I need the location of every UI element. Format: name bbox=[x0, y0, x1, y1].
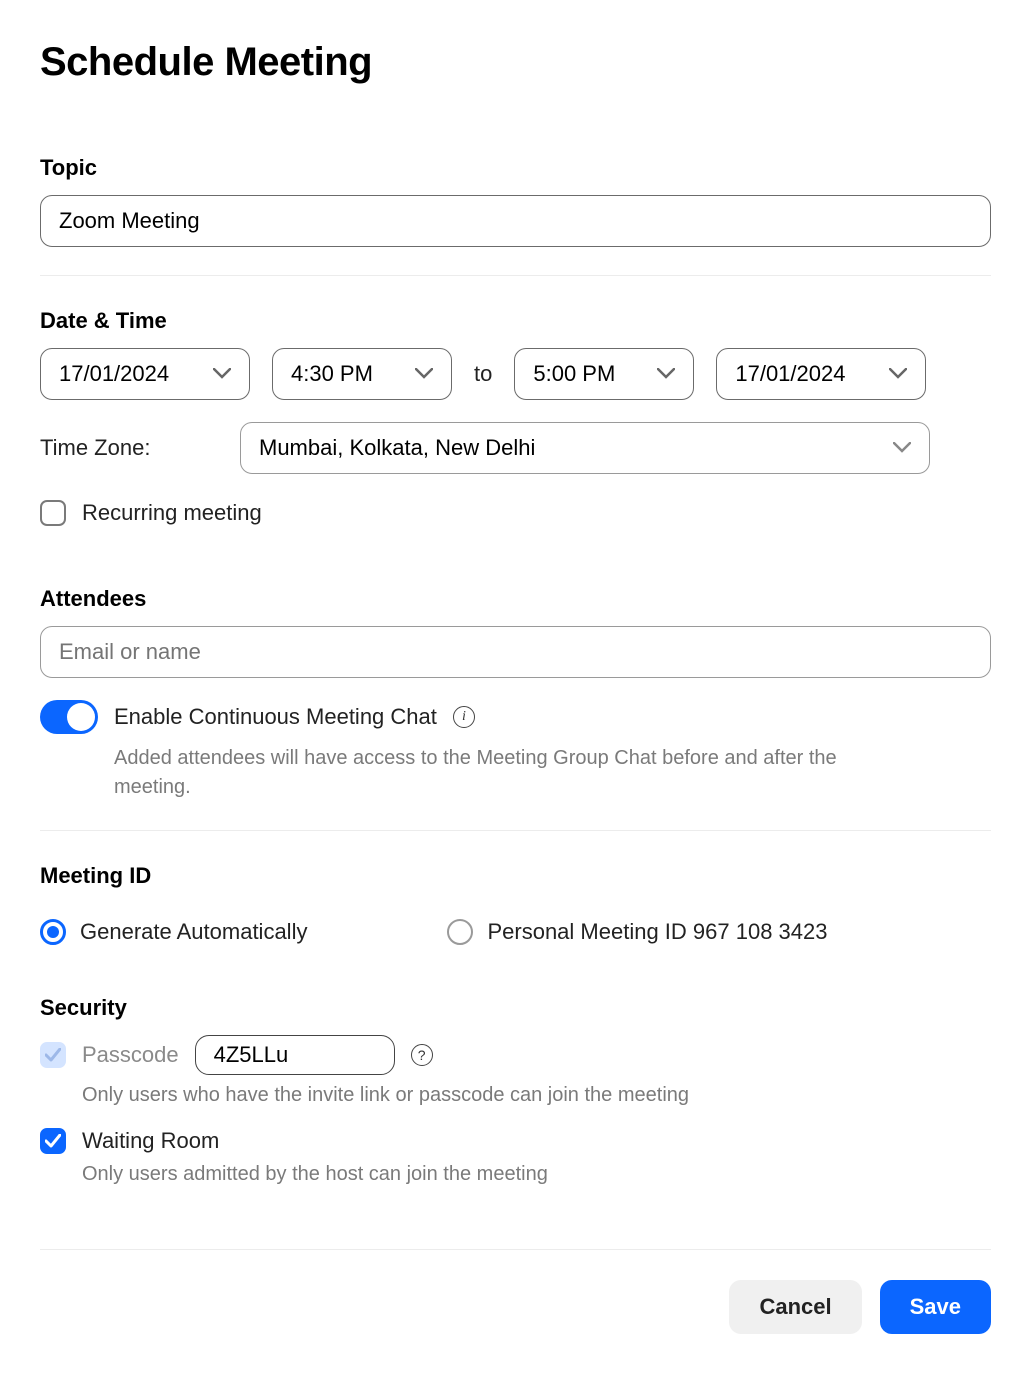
end-time-value: 5:00 PM bbox=[533, 361, 615, 387]
end-time-dropdown[interactable]: 5:00 PM bbox=[514, 348, 694, 400]
end-date-value: 17/01/2024 bbox=[735, 361, 845, 387]
generate-auto-label: Generate Automatically bbox=[80, 919, 307, 945]
waiting-room-desc: Only users admitted by the host can join… bbox=[82, 1160, 882, 1189]
timezone-value: Mumbai, Kolkata, New Delhi bbox=[259, 435, 535, 461]
topic-section: Topic bbox=[40, 155, 991, 276]
start-date-value: 17/01/2024 bbox=[59, 361, 169, 387]
footer: Cancel Save bbox=[40, 1249, 991, 1334]
timezone-label: Time Zone: bbox=[40, 435, 180, 461]
attendees-section: Attendees Enable Continuous Meeting Chat… bbox=[40, 586, 991, 831]
recurring-label: Recurring meeting bbox=[82, 500, 262, 526]
start-time-value: 4:30 PM bbox=[291, 361, 373, 387]
datetime-label: Date & Time bbox=[40, 308, 991, 334]
to-label: to bbox=[474, 361, 492, 387]
start-date-dropdown[interactable]: 17/01/2024 bbox=[40, 348, 250, 400]
passcode-checkbox[interactable] bbox=[40, 1042, 66, 1068]
topic-label: Topic bbox=[40, 155, 991, 181]
continuous-chat-toggle[interactable] bbox=[40, 700, 98, 734]
end-date-dropdown[interactable]: 17/01/2024 bbox=[716, 348, 926, 400]
chevron-down-icon bbox=[213, 368, 231, 380]
save-button[interactable]: Save bbox=[880, 1280, 991, 1334]
passcode-input[interactable] bbox=[195, 1035, 395, 1075]
topic-input[interactable] bbox=[40, 195, 991, 247]
meeting-id-label: Meeting ID bbox=[40, 863, 991, 889]
attendees-input[interactable] bbox=[40, 626, 991, 678]
generate-auto-radio[interactable] bbox=[40, 919, 66, 945]
recurring-checkbox[interactable] bbox=[40, 500, 66, 526]
personal-id-radio[interactable] bbox=[447, 919, 473, 945]
continuous-chat-desc: Added attendees will have access to the … bbox=[114, 744, 914, 802]
continuous-chat-label: Enable Continuous Meeting Chat bbox=[114, 704, 437, 730]
attendees-label: Attendees bbox=[40, 586, 991, 612]
chevron-down-icon bbox=[657, 368, 675, 380]
meeting-id-section: Meeting ID Generate Automatically Person… bbox=[40, 863, 991, 963]
security-section: Security Passcode ? Only users who have … bbox=[40, 995, 991, 1217]
chevron-down-icon bbox=[893, 442, 911, 454]
cancel-button[interactable]: Cancel bbox=[729, 1280, 861, 1334]
personal-id-label: Personal Meeting ID 967 108 3423 bbox=[487, 919, 827, 945]
toggle-knob bbox=[67, 703, 95, 731]
chevron-down-icon bbox=[415, 368, 433, 380]
security-label: Security bbox=[40, 995, 991, 1021]
page-title: Schedule Meeting bbox=[40, 40, 991, 85]
info-icon[interactable]: i bbox=[453, 706, 475, 728]
start-time-dropdown[interactable]: 4:30 PM bbox=[272, 348, 452, 400]
datetime-section: Date & Time 17/01/2024 4:30 PM to 5:00 P… bbox=[40, 308, 991, 554]
waiting-room-label: Waiting Room bbox=[82, 1128, 219, 1154]
help-icon[interactable]: ? bbox=[411, 1044, 433, 1066]
timezone-dropdown[interactable]: Mumbai, Kolkata, New Delhi bbox=[240, 422, 930, 474]
waiting-room-checkbox[interactable] bbox=[40, 1128, 66, 1154]
chevron-down-icon bbox=[889, 368, 907, 380]
passcode-label: Passcode bbox=[82, 1042, 179, 1068]
passcode-desc: Only users who have the invite link or p… bbox=[82, 1081, 882, 1110]
